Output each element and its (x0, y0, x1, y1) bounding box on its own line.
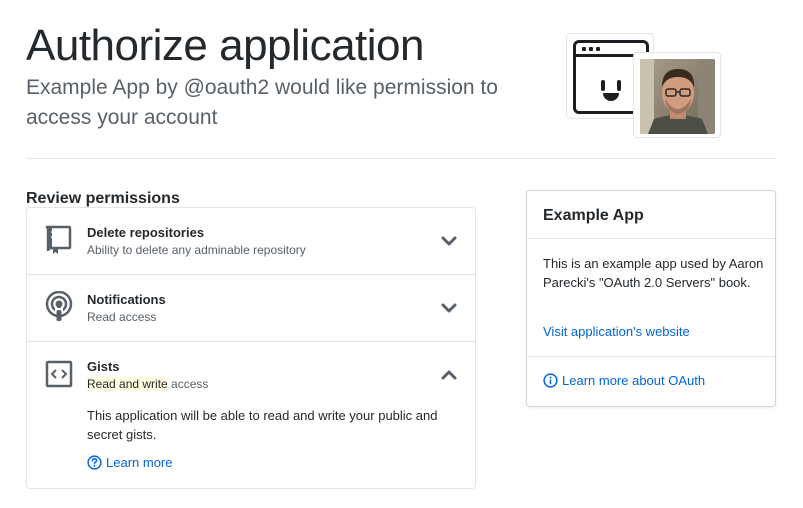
learn-about-oauth-link[interactable]: Learn more about OAuth (543, 373, 705, 388)
permission-gists[interactable]: Gists Read and write access This applica… (27, 342, 475, 488)
user-avatar-photo (640, 59, 715, 134)
subtitle-app-name: Example App (26, 76, 150, 99)
info-icon (543, 373, 558, 388)
question-icon (87, 455, 102, 470)
permission-delete-repositories[interactable]: Delete repositories Ability to delete an… (27, 208, 475, 275)
permission-name: Notifications (87, 292, 166, 307)
page-subtitle: Example App by @oauth2 would like permis… (26, 73, 526, 133)
app-description: This is an example app used by Aaron Par… (543, 256, 764, 290)
repo-icon (43, 224, 75, 256)
permission-description: Read and write access (87, 377, 208, 391)
divider (527, 356, 775, 357)
highlighted-scope: Read and write (87, 377, 168, 391)
permission-description: Read access (87, 310, 157, 324)
subtitle-by: by (149, 76, 184, 99)
visit-website-link[interactable]: Visit application's website (543, 324, 690, 339)
scope-suffix: access (167, 377, 209, 391)
learn-more-link[interactable]: Learn more (87, 455, 172, 470)
permission-notifications[interactable]: Notifications Read access (27, 275, 475, 342)
authorize-page: Authorize application Example App by @oa… (0, 0, 803, 508)
subtitle-handle: @oauth2 (183, 76, 270, 99)
oauth-link-label: Learn more about OAuth (562, 373, 706, 388)
permission-name: Delete repositories (87, 225, 205, 240)
chevron-down-icon[interactable] (440, 232, 458, 250)
broadcast-icon (43, 290, 75, 323)
avatar (633, 52, 721, 138)
permission-description: Ability to delete any adminable reposito… (87, 243, 306, 257)
learn-more-label: Learn more (106, 455, 173, 470)
app-info-card: Example App This is an example app used … (526, 190, 776, 407)
code-icon (43, 358, 75, 390)
permissions-list: Delete repositories Ability to delete an… (26, 207, 476, 489)
chevron-down-icon[interactable] (440, 299, 458, 317)
divider (527, 238, 775, 239)
review-permissions-heading: Review permissions (26, 190, 180, 207)
divider (26, 158, 776, 159)
permission-name: Gists (87, 359, 120, 374)
permission-detail: This application will be able to read an… (87, 408, 438, 442)
page-title: Authorize application (26, 21, 424, 70)
app-card-title: Example App (543, 207, 644, 224)
chevron-up-icon[interactable] (440, 366, 458, 384)
